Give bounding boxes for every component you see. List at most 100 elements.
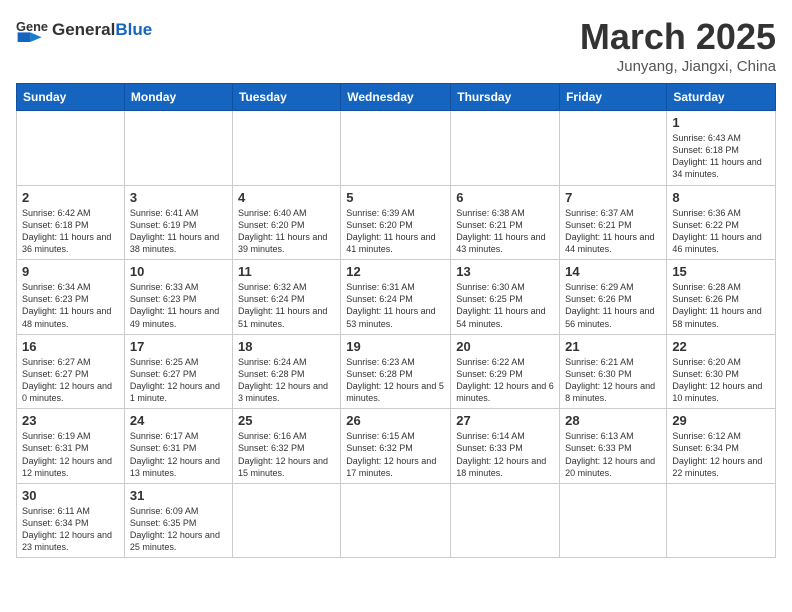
calendar-cell: 22Sunrise: 6:20 AM Sunset: 6:30 PM Dayli… bbox=[667, 334, 776, 409]
day-number: 27 bbox=[456, 413, 554, 428]
calendar-cell: 10 Sunrise: 6:33 AM Sunset: 6:23 PM Dayli… bbox=[124, 260, 232, 335]
day-info: Sunrise: 6:33 AM Sunset: 6:23 PM Dayligh… bbox=[130, 281, 227, 330]
day-number: 24 bbox=[130, 413, 227, 428]
day-number: 29 bbox=[672, 413, 770, 428]
day-number: 2 bbox=[22, 190, 119, 205]
day-info: Sunrise: 6:36 AM Sunset: 6:22 PM Dayligh… bbox=[672, 207, 770, 256]
day-info: Sunrise: 6:43 AM Sunset: 6:18 PM Dayligh… bbox=[672, 132, 770, 181]
day-number: 15 bbox=[672, 264, 770, 279]
day-number: 13 bbox=[456, 264, 554, 279]
calendar-cell: 3 Sunrise: 6:41 AM Sunset: 6:19 PM Daylig… bbox=[124, 185, 232, 260]
calendar-cell: 14 Sunrise: 6:29 AM Sunset: 6:26 PM Dayli… bbox=[560, 260, 667, 335]
calendar-week-2: 2 Sunrise: 6:42 AM Sunset: 6:18 PM Daylig… bbox=[17, 185, 776, 260]
calendar-cell: 19 Sunrise: 6:23 AM Sunset: 6:28 PM Dayli… bbox=[341, 334, 451, 409]
calendar-cell bbox=[341, 111, 451, 186]
location: Junyang, Jiangxi, China bbox=[580, 58, 776, 75]
calendar-cell bbox=[17, 111, 125, 186]
day-info: Sunrise: 6:17 AM Sunset: 6:31 PM Dayligh… bbox=[130, 430, 227, 479]
day-info: Sunrise: 6:30 AM Sunset: 6:25 PM Dayligh… bbox=[456, 281, 554, 330]
calendar-cell: 30Sunrise: 6:11 AM Sunset: 6:34 PM Dayli… bbox=[17, 483, 125, 558]
calendar-cell bbox=[667, 483, 776, 558]
calendar-cell bbox=[560, 483, 667, 558]
day-number: 9 bbox=[22, 264, 119, 279]
day-info: Sunrise: 6:32 AM Sunset: 6:24 PM Dayligh… bbox=[238, 281, 335, 330]
calendar-week-3: 9 Sunrise: 6:34 AM Sunset: 6:23 PM Daylig… bbox=[17, 260, 776, 335]
day-info: Sunrise: 6:13 AM Sunset: 6:33 PM Dayligh… bbox=[565, 430, 661, 479]
calendar-cell bbox=[124, 111, 232, 186]
day-number: 10 bbox=[130, 264, 227, 279]
calendar-cell: 12 Sunrise: 6:31 AM Sunset: 6:24 PM Dayli… bbox=[341, 260, 451, 335]
calendar-cell bbox=[341, 483, 451, 558]
calendar-cell: 24 Sunrise: 6:17 AM Sunset: 6:31 PM Dayli… bbox=[124, 409, 232, 484]
day-info: Sunrise: 6:31 AM Sunset: 6:24 PM Dayligh… bbox=[346, 281, 445, 330]
day-number: 17 bbox=[130, 339, 227, 354]
calendar-cell bbox=[232, 483, 340, 558]
day-info: Sunrise: 6:28 AM Sunset: 6:26 PM Dayligh… bbox=[672, 281, 770, 330]
day-number: 7 bbox=[565, 190, 661, 205]
calendar-cell: 27Sunrise: 6:14 AM Sunset: 6:33 PM Dayli… bbox=[451, 409, 560, 484]
day-number: 31 bbox=[130, 488, 227, 503]
day-number: 20 bbox=[456, 339, 554, 354]
day-number: 18 bbox=[238, 339, 335, 354]
calendar-cell: 15 Sunrise: 6:28 AM Sunset: 6:26 PM Dayli… bbox=[667, 260, 776, 335]
calendar-cell: 18 Sunrise: 6:24 AM Sunset: 6:28 PM Dayli… bbox=[232, 334, 340, 409]
calendar-cell: 1 Sunrise: 6:43 AM Sunset: 6:18 PM Daylig… bbox=[667, 111, 776, 186]
weekday-header-row: SundayMondayTuesdayWednesdayThursdayFrid… bbox=[17, 84, 776, 111]
calendar-cell bbox=[560, 111, 667, 186]
calendar-table: SundayMondayTuesdayWednesdayThursdayFrid… bbox=[16, 83, 776, 558]
day-info: Sunrise: 6:23 AM Sunset: 6:28 PM Dayligh… bbox=[346, 356, 445, 405]
day-number: 12 bbox=[346, 264, 445, 279]
day-number: 22 bbox=[672, 339, 770, 354]
day-info: Sunrise: 6:34 AM Sunset: 6:23 PM Dayligh… bbox=[22, 281, 119, 330]
day-number: 6 bbox=[456, 190, 554, 205]
calendar-week-4: 16Sunrise: 6:27 AM Sunset: 6:27 PM Dayli… bbox=[17, 334, 776, 409]
calendar-cell: 13 Sunrise: 6:30 AM Sunset: 6:25 PM Dayli… bbox=[451, 260, 560, 335]
calendar-cell: 31Sunrise: 6:09 AM Sunset: 6:35 PM Dayli… bbox=[124, 483, 232, 558]
day-info: Sunrise: 6:42 AM Sunset: 6:18 PM Dayligh… bbox=[22, 207, 119, 256]
logo: General GeneralBlue bbox=[16, 16, 152, 44]
calendar-cell bbox=[232, 111, 340, 186]
calendar-cell: 23 Sunrise: 6:19 AM Sunset: 6:31 PM Dayli… bbox=[17, 409, 125, 484]
day-info: Sunrise: 6:24 AM Sunset: 6:28 PM Dayligh… bbox=[238, 356, 335, 405]
calendar-cell: 4Sunrise: 6:40 AM Sunset: 6:20 PM Daylig… bbox=[232, 185, 340, 260]
day-number: 3 bbox=[130, 190, 227, 205]
day-number: 25 bbox=[238, 413, 335, 428]
day-number: 5 bbox=[346, 190, 445, 205]
calendar-cell bbox=[451, 483, 560, 558]
calendar-cell: 25 Sunrise: 6:16 AM Sunset: 6:32 PM Dayli… bbox=[232, 409, 340, 484]
day-number: 14 bbox=[565, 264, 661, 279]
weekday-header-sunday: Sunday bbox=[17, 84, 125, 111]
day-number: 19 bbox=[346, 339, 445, 354]
day-number: 28 bbox=[565, 413, 661, 428]
calendar-cell: 7Sunrise: 6:37 AM Sunset: 6:21 PM Daylig… bbox=[560, 185, 667, 260]
day-info: Sunrise: 6:29 AM Sunset: 6:26 PM Dayligh… bbox=[565, 281, 661, 330]
calendar-cell: 2 Sunrise: 6:42 AM Sunset: 6:18 PM Daylig… bbox=[17, 185, 125, 260]
day-number: 26 bbox=[346, 413, 445, 428]
calendar-cell: 6 Sunrise: 6:38 AM Sunset: 6:21 PM Daylig… bbox=[451, 185, 560, 260]
day-info: Sunrise: 6:19 AM Sunset: 6:31 PM Dayligh… bbox=[22, 430, 119, 479]
day-number: 8 bbox=[672, 190, 770, 205]
day-info: Sunrise: 6:16 AM Sunset: 6:32 PM Dayligh… bbox=[238, 430, 335, 479]
weekday-header-tuesday: Tuesday bbox=[232, 84, 340, 111]
day-info: Sunrise: 6:25 AM Sunset: 6:27 PM Dayligh… bbox=[130, 356, 227, 405]
calendar-week-6: 30Sunrise: 6:11 AM Sunset: 6:34 PM Dayli… bbox=[17, 483, 776, 558]
day-info: Sunrise: 6:38 AM Sunset: 6:21 PM Dayligh… bbox=[456, 207, 554, 256]
calendar-cell: 17 Sunrise: 6:25 AM Sunset: 6:27 PM Dayli… bbox=[124, 334, 232, 409]
day-info: Sunrise: 6:21 AM Sunset: 6:30 PM Dayligh… bbox=[565, 356, 661, 405]
day-info: Sunrise: 6:41 AM Sunset: 6:19 PM Dayligh… bbox=[130, 207, 227, 256]
calendar-cell: 26Sunrise: 6:15 AM Sunset: 6:32 PM Dayli… bbox=[341, 409, 451, 484]
svg-text:General: General bbox=[16, 19, 48, 34]
calendar-cell: 5Sunrise: 6:39 AM Sunset: 6:20 PM Daylig… bbox=[341, 185, 451, 260]
day-number: 23 bbox=[22, 413, 119, 428]
day-number: 1 bbox=[672, 115, 770, 130]
calendar-cell: 29Sunrise: 6:12 AM Sunset: 6:34 PM Dayli… bbox=[667, 409, 776, 484]
month-title: March 2025 bbox=[580, 16, 776, 58]
day-number: 21 bbox=[565, 339, 661, 354]
day-number: 11 bbox=[238, 264, 335, 279]
weekday-header-wednesday: Wednesday bbox=[341, 84, 451, 111]
calendar-week-1: 1 Sunrise: 6:43 AM Sunset: 6:18 PM Daylig… bbox=[17, 111, 776, 186]
day-info: Sunrise: 6:11 AM Sunset: 6:34 PM Dayligh… bbox=[22, 505, 119, 554]
calendar-cell bbox=[451, 111, 560, 186]
page-header: General GeneralBlue March 2025 Junyang, … bbox=[16, 16, 776, 75]
day-number: 4 bbox=[238, 190, 335, 205]
